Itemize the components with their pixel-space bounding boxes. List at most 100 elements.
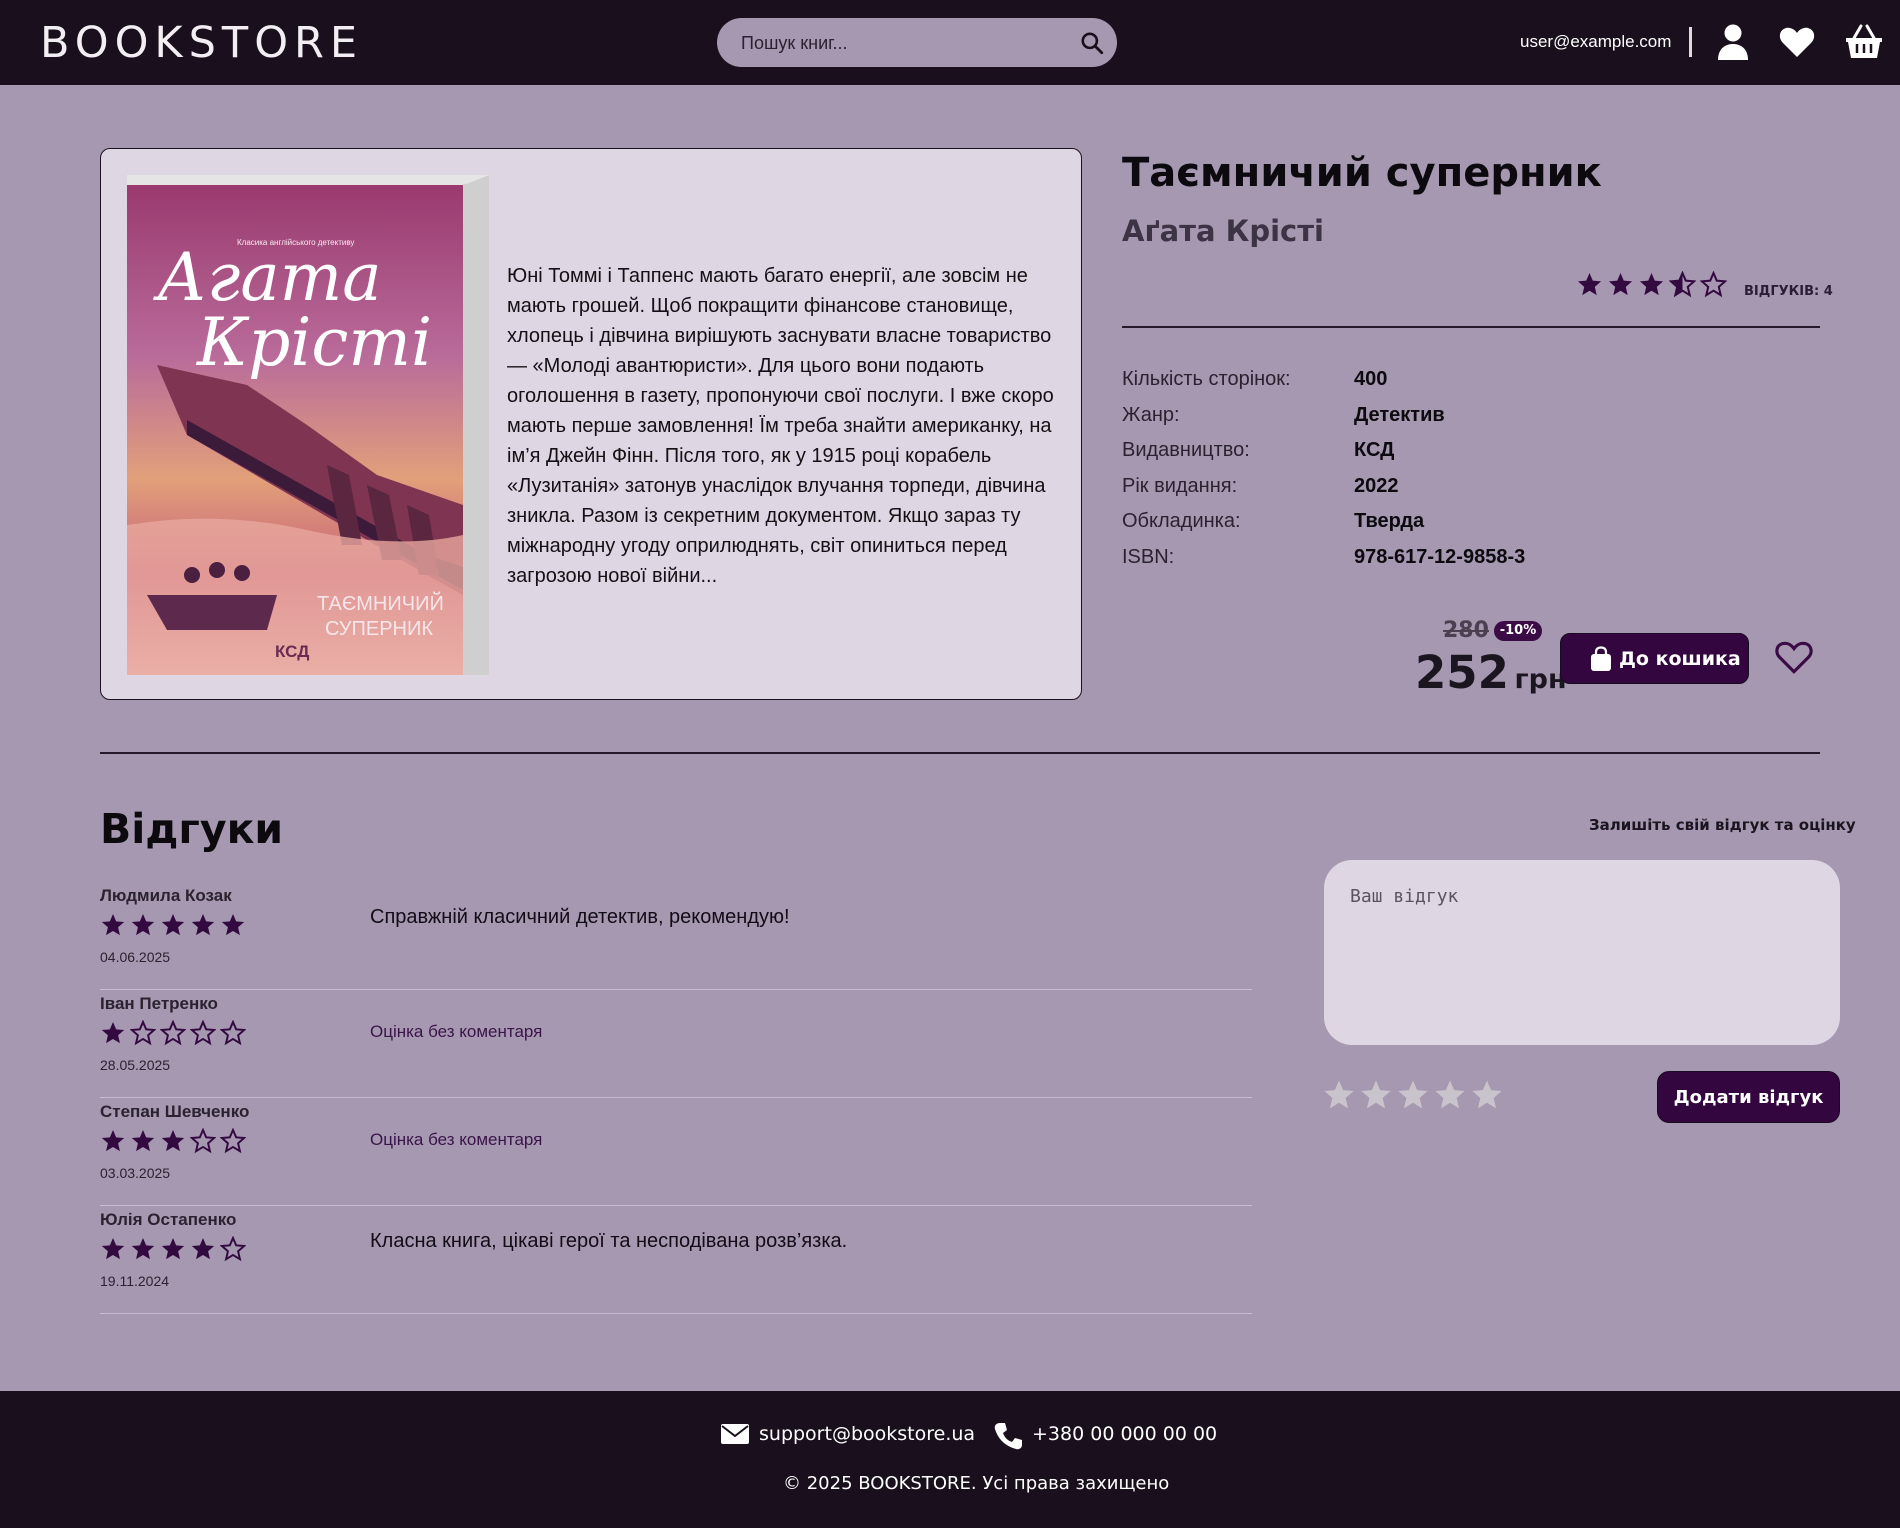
star-icon bbox=[191, 913, 215, 936]
heart-icon[interactable] bbox=[1777, 22, 1817, 62]
property-row: Кількість сторінок: 400 bbox=[1122, 368, 1722, 404]
property-row: Обкладинка: Тверда bbox=[1122, 510, 1722, 546]
reviews-list: Людмила Козак 04.06.2025 Справжній класи… bbox=[100, 882, 1252, 1314]
reviewer-name: Степан Шевченко bbox=[100, 1102, 250, 1121]
star-icon bbox=[101, 1237, 125, 1260]
book-cover[interactable]: Класика англійського детективу Агата Крі… bbox=[127, 175, 489, 675]
property-key: Кількість сторінок: bbox=[1122, 368, 1291, 390]
cover-publisher: КСД bbox=[275, 642, 309, 661]
review-text: Оцінка без коментаря bbox=[370, 1022, 543, 1041]
reviews-heading: Відгуки bbox=[100, 805, 284, 853]
star-icon bbox=[1435, 1080, 1465, 1109]
book-card: Класика англійського детективу Агата Крі… bbox=[100, 148, 1082, 700]
property-key: ISBN: bbox=[1122, 545, 1175, 568]
leave-review-label: Залишіть свій відгук та оцінку bbox=[1589, 816, 1856, 834]
review-text: Оцінка без коментаря bbox=[370, 1130, 543, 1149]
price-value: 252 bbox=[1415, 646, 1509, 699]
star-icon bbox=[220, 1128, 246, 1154]
review-rating bbox=[100, 912, 250, 942]
property-row: Видавництво: КСД bbox=[1122, 439, 1722, 475]
property-value: Тверда bbox=[1354, 510, 1425, 532]
star-icon bbox=[101, 913, 125, 936]
old-price: 280 bbox=[1443, 618, 1489, 643]
footer-phone-text: +380 00 000 00 00 bbox=[1032, 1423, 1218, 1445]
price: 252 грн bbox=[1415, 646, 1567, 699]
star-icon bbox=[1669, 271, 1696, 298]
property-key: Рік видання: bbox=[1122, 474, 1238, 497]
star-icon bbox=[220, 1236, 246, 1262]
review-item: Людмила Козак 04.06.2025 Справжній класи… bbox=[100, 882, 1252, 990]
star-icon bbox=[131, 913, 155, 936]
bag-icon bbox=[1591, 646, 1611, 671]
book-author[interactable]: Аґата Крісті bbox=[1122, 214, 1324, 248]
add-to-cart-button[interactable]: До кошика bbox=[1560, 633, 1749, 684]
star-icon bbox=[1639, 273, 1664, 296]
rating-input bbox=[1322, 1078, 1507, 1118]
book-rating bbox=[1576, 271, 1731, 301]
search-input[interactable] bbox=[741, 30, 1061, 56]
review-rating bbox=[100, 1020, 250, 1050]
star-icon bbox=[1398, 1080, 1428, 1109]
rate-star-5[interactable] bbox=[1470, 1078, 1506, 1114]
star-icon bbox=[131, 1237, 155, 1260]
property-value: 2022 bbox=[1354, 474, 1399, 497]
rate-star-3[interactable] bbox=[1396, 1078, 1432, 1114]
star-icon bbox=[131, 1129, 155, 1152]
rate-star-1[interactable] bbox=[1322, 1078, 1358, 1114]
review-textarea[interactable] bbox=[1324, 860, 1840, 1045]
review-date: 04.06.2025 bbox=[100, 949, 171, 965]
search-bar bbox=[717, 18, 1117, 67]
mail-icon bbox=[721, 1424, 749, 1444]
user-email[interactable]: user@example.com bbox=[1520, 32, 1671, 52]
star-icon bbox=[161, 1129, 185, 1152]
property-row: Рік видання: 2022 bbox=[1122, 475, 1722, 511]
divider bbox=[1122, 326, 1820, 328]
logo[interactable]: BOOKSTORE bbox=[40, 18, 363, 68]
star-icon bbox=[1700, 271, 1727, 298]
property-row: ISBN: 978-617-12-9858-3 bbox=[1122, 546, 1722, 582]
star-icon bbox=[161, 913, 185, 936]
rate-star-2[interactable] bbox=[1359, 1078, 1395, 1114]
star-icon bbox=[101, 1129, 125, 1152]
property-key: Жанр: bbox=[1122, 403, 1180, 426]
footer-email-text: support@bookstore.ua bbox=[759, 1423, 976, 1445]
add-to-cart-label: До кошика bbox=[1619, 648, 1741, 670]
star-icon bbox=[161, 1237, 185, 1260]
property-value: 978-617-12-9858-3 bbox=[1354, 545, 1526, 568]
review-rating bbox=[100, 1236, 250, 1266]
divider bbox=[100, 752, 1820, 754]
add-review-button[interactable]: Додати відгук bbox=[1657, 1071, 1840, 1123]
copyright: © 2025 BOOKSTORE. Усі права захищено bbox=[783, 1473, 1170, 1494]
star-icon bbox=[1608, 273, 1633, 296]
star-icon bbox=[101, 1021, 125, 1044]
property-key: Видавництво: bbox=[1122, 439, 1250, 461]
star-icon bbox=[1577, 273, 1602, 296]
property-key: Обкладинка: bbox=[1122, 510, 1241, 532]
property-value: Детектив bbox=[1354, 403, 1445, 426]
basket-icon[interactable] bbox=[1844, 22, 1884, 62]
search-icon[interactable] bbox=[1079, 30, 1105, 56]
star-icon bbox=[1324, 1080, 1354, 1109]
reviewer-name: Іван Петренко bbox=[100, 994, 218, 1013]
footer: support@bookstore.ua +380 00 000 00 00 ©… bbox=[0, 1391, 1900, 1528]
phone-icon bbox=[994, 1423, 1022, 1450]
star-icon bbox=[1472, 1080, 1502, 1109]
reviews-count[interactable]: ВІДГУКІВ: 4 bbox=[1744, 284, 1833, 299]
discount-badge: -10% bbox=[1494, 621, 1542, 641]
book-title: Таємничий суперник bbox=[1122, 150, 1602, 196]
property-row: Жанр: Детектив bbox=[1122, 404, 1722, 440]
cover-title-1: ТАЄМНИЧИЙ bbox=[317, 591, 444, 615]
reviewer-name: Юлія Остапенко bbox=[100, 1210, 237, 1229]
star-icon bbox=[1361, 1080, 1391, 1109]
user-icon[interactable] bbox=[1713, 22, 1753, 62]
heart-icon[interactable] bbox=[1773, 636, 1815, 678]
property-value: 400 bbox=[1354, 368, 1388, 390]
review-date: 19.11.2024 bbox=[100, 1273, 170, 1289]
review-text: Класна книга, цікаві герої та несподіван… bbox=[370, 1230, 848, 1252]
top-navbar: BOOKSTORE user@example.com bbox=[0, 0, 1900, 85]
star-icon bbox=[190, 1128, 216, 1154]
rate-star-4[interactable] bbox=[1433, 1078, 1469, 1114]
review-item: Юлія Остапенко 19.11.2024 Класна книга, … bbox=[100, 1206, 1252, 1314]
book-description: Юні Томмі і Таппенс мають багато енергії… bbox=[507, 265, 1054, 587]
star-icon bbox=[130, 1020, 156, 1046]
